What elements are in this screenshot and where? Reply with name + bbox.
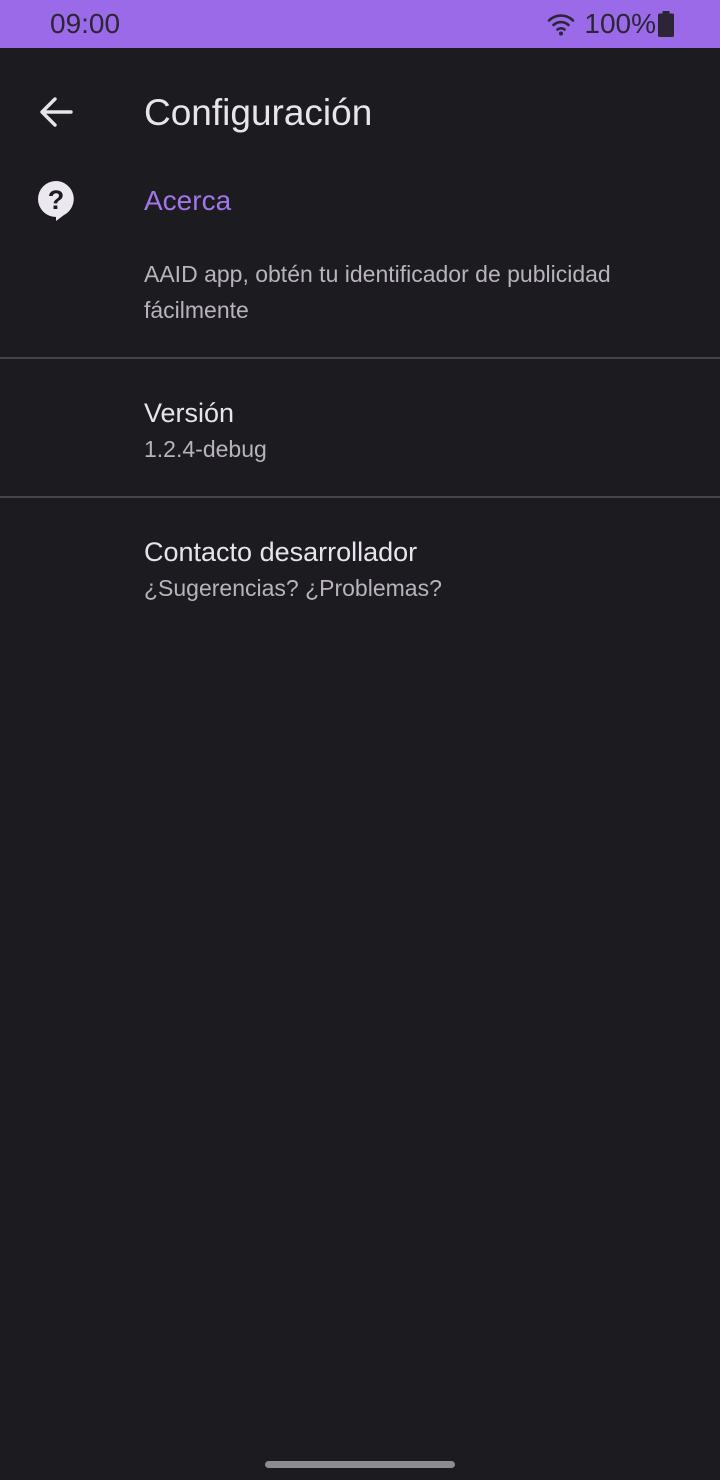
preference-title: Contacto desarrollador <box>144 537 418 567</box>
preference-title: Versión <box>144 398 235 428</box>
battery-icon <box>658 11 674 37</box>
about-description: AAID app, obtén tu identificador de publ… <box>144 261 611 323</box>
battery-percentage: 100% <box>584 8 656 39</box>
status-bar: 09:00 100% <box>0 0 720 48</box>
preference-item-contact-developer[interactable]: Contacto desarrollador ¿Sugerencias? ¿Pr… <box>0 498 720 635</box>
section-header-about: Acerca <box>144 185 232 216</box>
status-time: 09:00 <box>50 8 121 39</box>
app-bar: Configuración <box>0 48 720 178</box>
preference-item-version[interactable]: Versión 1.2.4-debug <box>0 359 720 496</box>
arrow-back-icon <box>40 97 73 127</box>
status-icons: 100% <box>546 7 674 41</box>
back-button[interactable] <box>26 84 86 140</box>
preference-summary: ¿Sugerencias? ¿Problemas? <box>144 575 442 601</box>
help-icon: ? <box>38 181 74 221</box>
wifi-icon <box>548 14 575 36</box>
svg-text:?: ? <box>48 185 65 215</box>
page-title: Configuración <box>144 92 373 133</box>
gesture-navigation-handle[interactable] <box>265 1461 455 1468</box>
preference-summary: 1.2.4-debug <box>144 436 267 462</box>
settings-screen: 09:00 100% Configuración ? Acerca AAID a… <box>0 0 720 1480</box>
